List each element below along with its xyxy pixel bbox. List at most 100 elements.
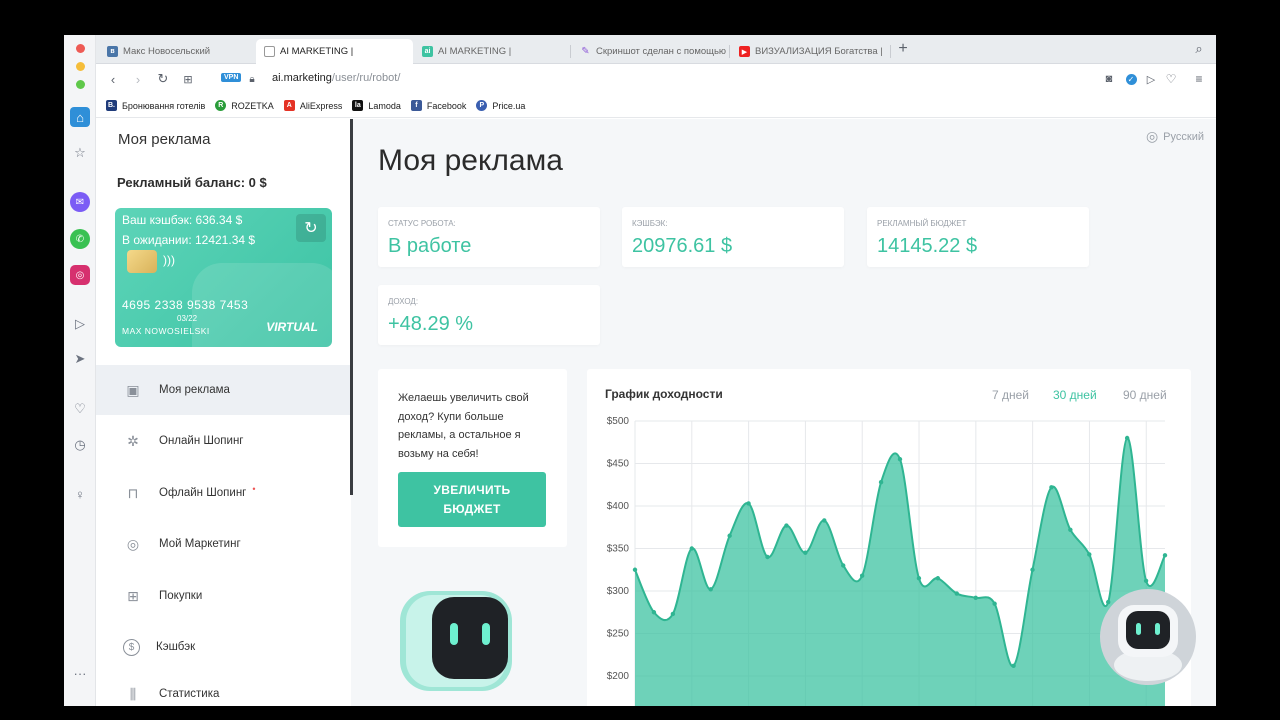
heart-icon[interactable]: ♡: [70, 399, 90, 419]
range-30-days[interactable]: 30 дней: [1053, 388, 1097, 402]
data-point[interactable]: [935, 576, 941, 581]
history-icon[interactable]: ◷: [70, 435, 90, 455]
tab-ai-marketing[interactable]: ai AI MARKETING |: [414, 39, 569, 64]
close-window-button[interactable]: [76, 44, 85, 53]
tab-ai-marketing-active[interactable]: AI MARKETING |: [256, 39, 413, 64]
player-icon[interactable]: ▷: [70, 314, 90, 334]
page-title: Моя реклама: [378, 144, 563, 177]
nav-cashback[interactable]: $ Кэшбэк: [96, 622, 350, 672]
tab-youtube[interactable]: ▶ ВИЗУАЛИЗАЦИЯ Богатства |: [731, 39, 887, 64]
tab-separator: [890, 45, 891, 58]
contactless-icon: ))): [163, 253, 175, 267]
data-point[interactable]: [670, 611, 676, 617]
data-point[interactable]: [973, 595, 978, 600]
data-point[interactable]: [1143, 578, 1149, 583]
data-point[interactable]: [689, 546, 694, 551]
reload-button[interactable]: ↻: [154, 70, 172, 88]
camera-icon[interactable]: ◙: [1100, 70, 1118, 88]
language-switcher[interactable]: ◎ Русский: [1146, 128, 1204, 145]
data-point[interactable]: [841, 563, 846, 568]
tab-bar: в Макс Новосельский AI MARKETING | ai AI…: [96, 35, 1216, 64]
heart-icon[interactable]: ♡: [1162, 70, 1180, 88]
bookmark-rozetka[interactable]: R ROZETKA: [215, 100, 274, 111]
new-tab-button[interactable]: +: [894, 40, 912, 58]
data-point[interactable]: [954, 591, 959, 596]
data-point[interactable]: [727, 533, 732, 538]
data-point[interactable]: [1030, 567, 1035, 572]
nav-label: Кэшбэк: [156, 641, 196, 653]
data-point[interactable]: [897, 457, 903, 462]
shield-check-icon[interactable]: ✓: [1122, 70, 1140, 88]
data-point[interactable]: [803, 550, 808, 555]
data-point[interactable]: [765, 554, 770, 560]
maximize-window-button[interactable]: [76, 80, 85, 89]
increase-budget-button[interactable]: УВЕЛИЧИТЬ БЮДЖЕТ: [398, 472, 546, 527]
data-point[interactable]: [1124, 435, 1130, 441]
refresh-icon[interactable]: ↻: [296, 214, 326, 242]
bookmark-price[interactable]: P Price.ua: [476, 100, 525, 111]
card-holder: MAX NOWOSIELSKI: [122, 326, 210, 336]
bookmark-booking[interactable]: B. Бронювання готелів: [106, 100, 205, 111]
nav-purchases[interactable]: ⊞ Покупки: [96, 571, 350, 621]
back-button[interactable]: ‹: [104, 70, 122, 88]
tab-screenshot[interactable]: ✎ Скриншот сделан с помощью: [572, 39, 728, 64]
data-point[interactable]: [1162, 553, 1168, 558]
send-icon[interactable]: ➤: [70, 349, 90, 369]
data-point[interactable]: [708, 587, 713, 592]
data-point[interactable]: [822, 518, 827, 523]
data-point[interactable]: [651, 610, 657, 615]
forward-button[interactable]: ›: [129, 70, 147, 88]
url-field[interactable]: ai.marketing/user/ru/robot/: [272, 72, 400, 84]
minimize-window-button[interactable]: [76, 62, 85, 71]
card-type: VIRTUAL: [266, 320, 318, 334]
instagram-icon[interactable]: ◎: [70, 265, 90, 285]
data-point[interactable]: [1068, 527, 1073, 532]
whatsapp-icon[interactable]: ✆: [70, 229, 90, 249]
vpn-badge[interactable]: VPN: [221, 73, 242, 82]
data-point[interactable]: [746, 501, 751, 506]
data-point[interactable]: [859, 573, 865, 578]
data-point[interactable]: [632, 567, 638, 572]
nav-label: Мой Маркетинг: [159, 538, 241, 550]
nav-statistics[interactable]: ⫼ Статистика: [96, 674, 350, 706]
app-content: Моя реклама Рекламный баланс: 0 $ Ваш кэ…: [96, 119, 1216, 706]
more-icon[interactable]: ···: [70, 663, 90, 683]
menu-icon[interactable]: ≡: [1190, 70, 1208, 88]
home-icon[interactable]: ⌂: [70, 107, 90, 127]
y-tick-label: $400: [607, 501, 630, 512]
data-point[interactable]: [1011, 663, 1016, 668]
target-icon: ◎: [126, 535, 140, 552]
data-point[interactable]: [916, 576, 922, 581]
nav-my-marketing[interactable]: ◎ Мой Маркетинг: [96, 519, 350, 569]
chart-title: График доходности: [605, 387, 723, 401]
bulb-icon[interactable]: ♀: [70, 484, 90, 504]
sidebar-scrollbar[interactable]: [350, 119, 353, 495]
range-90-days[interactable]: 90 дней: [1123, 388, 1167, 402]
data-point[interactable]: [992, 601, 997, 606]
search-tabs-icon[interactable]: ⌕: [1190, 40, 1208, 58]
booking-icon: B.: [106, 100, 117, 111]
chat-bot-button[interactable]: [1100, 589, 1196, 685]
ad-balance: Рекламный баланс: 0 $: [117, 175, 267, 190]
bookmark-aliexpress[interactable]: A AliExpress: [283, 100, 342, 111]
messenger-icon[interactable]: ✉: [70, 192, 90, 212]
nav-my-ads[interactable]: ▣ Моя реклама: [96, 365, 350, 415]
sidebar: Моя реклама Рекламный баланс: 0 $ Ваш кэ…: [96, 119, 351, 706]
bookmark-facebook[interactable]: f Facebook: [410, 100, 466, 111]
nav-offline-shopping[interactable]: ⊓ Офлайн Шопинг •: [96, 468, 350, 518]
lock-icon[interactable]: 🔒︎: [243, 70, 261, 88]
data-point[interactable]: [878, 480, 884, 485]
data-point[interactable]: [784, 523, 789, 528]
speed-dial-icon[interactable]: ☆: [70, 143, 90, 163]
nav-online-shopping[interactable]: ✲ Онлайн Шопинг: [96, 416, 350, 466]
tabs-grid-icon[interactable]: ⊞: [179, 70, 197, 88]
data-point[interactable]: [1087, 552, 1092, 557]
bookmark-lamoda[interactable]: la Lamoda: [352, 100, 401, 111]
card-cashback: Ваш кэшбэк: 636.34 $: [122, 213, 243, 227]
share-icon[interactable]: ▷: [1142, 70, 1160, 88]
tab-vk[interactable]: в Макс Новосельский: [99, 39, 255, 64]
tab-separator: [729, 45, 730, 58]
data-point[interactable]: [1106, 599, 1111, 605]
data-point[interactable]: [1049, 485, 1054, 490]
range-7-days[interactable]: 7 дней: [992, 388, 1029, 402]
